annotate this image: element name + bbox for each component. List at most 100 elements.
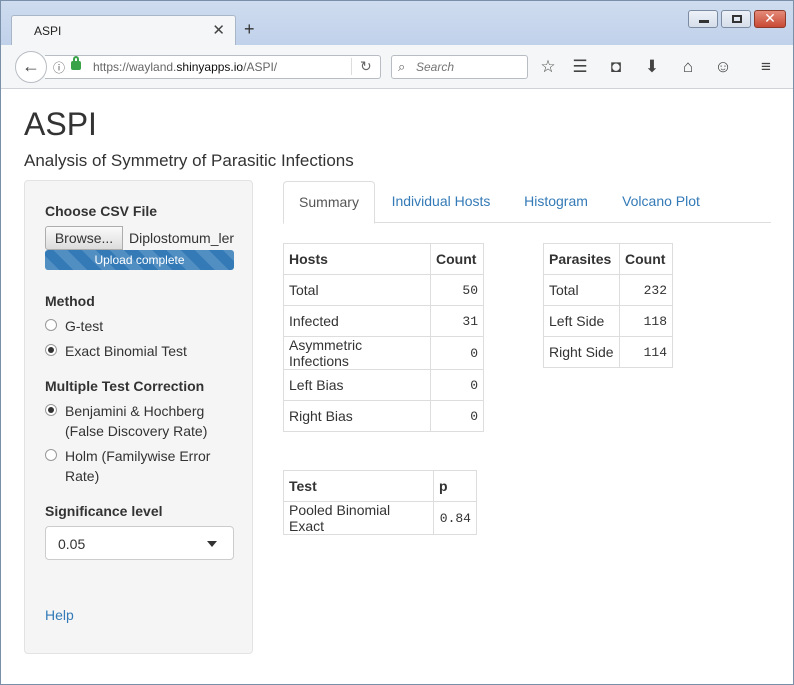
tab-histogram[interactable]: Histogram: [509, 181, 603, 223]
lock-icon[interactable]: [71, 56, 81, 70]
radio-label: Holm (Familywise Error Rate): [65, 446, 210, 486]
navigation-toolbar: ⓘ https://wayland.shinyapps.io/ASPI/ ↻ ←…: [1, 45, 793, 89]
upload-progress-bar: Upload complete: [45, 250, 234, 270]
bookmark-star-icon[interactable]: ☆: [538, 57, 558, 77]
table-header: Count: [430, 243, 484, 275]
table-header: Hosts: [283, 243, 431, 275]
search-icon: ⌕: [398, 59, 406, 74]
title-bar: ASPI ✕ + ✕: [1, 1, 793, 45]
download-icon[interactable]: ⬇: [642, 57, 662, 77]
radio-label-line: Benjamini & Hochberg: [65, 403, 205, 419]
home-icon[interactable]: ⌂: [678, 57, 698, 77]
significance-label: Significance level: [45, 503, 163, 519]
radio-label-line: Rate): [65, 468, 100, 484]
file-name-field[interactable]: Diplostomum_ler: [129, 230, 237, 246]
tab-title: ASPI: [34, 24, 62, 38]
browse-button[interactable]: Browse...: [45, 226, 123, 250]
close-tab-icon[interactable]: ✕: [212, 21, 225, 39]
table-row: Right Side 114: [543, 336, 673, 368]
close-icon: ✕: [764, 10, 776, 26]
new-tab-icon[interactable]: +: [244, 19, 255, 40]
table-cell: 114: [619, 336, 673, 368]
table-header-row: Test p: [283, 470, 477, 502]
method-label: Method: [45, 293, 95, 309]
table-cell: Left Bias: [283, 369, 431, 401]
radio-button-checked-icon[interactable]: [45, 404, 57, 416]
correction-label: Multiple Test Correction: [45, 378, 205, 394]
table-cell: 0: [430, 400, 484, 432]
parasites-table: Parasites Count Total 232 Left Side 118 Ri…: [543, 243, 673, 368]
back-arrow-icon: ←: [22, 56, 40, 76]
sidebar-panel: Choose CSV File Browse... Diplostomum_le…: [24, 180, 253, 654]
tab-bar: Summary Individual Hosts Histogram Volca…: [283, 181, 771, 224]
table-cell: Asymmetric Infections: [283, 336, 431, 370]
minimize-icon: [699, 20, 709, 23]
table-row: Infected 31: [283, 305, 484, 337]
close-window-button[interactable]: ✕: [754, 10, 786, 28]
hosts-table: Hosts Count Total 50 Infected 31 Asymmetri…: [283, 243, 484, 432]
table-cell: Total: [543, 274, 620, 306]
help-link[interactable]: Help: [45, 607, 74, 623]
tab-summary[interactable]: Summary: [283, 181, 375, 224]
radio-label: G-test: [65, 318, 104, 334]
table-cell: Total: [283, 274, 431, 306]
table-row: Asymmetric Infections 0: [283, 336, 484, 370]
reload-icon[interactable]: ↻: [351, 58, 372, 75]
browser-tab[interactable]: ASPI ✕: [11, 15, 236, 45]
menu-icon[interactable]: ≡: [756, 57, 776, 77]
url-host: shinyapps.io: [176, 60, 244, 74]
table-header: Test: [283, 470, 434, 502]
radio-button-checked-icon[interactable]: [45, 344, 57, 356]
radio-label: Exact Binomial Test: [65, 343, 187, 359]
page-subtitle: Analysis of Symmetry of Parasitic Infect…: [24, 151, 354, 170]
url-text[interactable]: https://wayland.shinyapps.io/ASPI/: [93, 60, 277, 74]
table-cell: Pooled Binomial Exact: [283, 501, 434, 535]
feedback-icon[interactable]: ☺: [713, 57, 733, 77]
table-cell: Left Side: [543, 305, 620, 337]
table-cell: Right Bias: [283, 400, 431, 432]
significance-select[interactable]: 0.05: [45, 526, 234, 560]
table-cell: 0: [430, 336, 484, 370]
table-cell: 31: [430, 305, 484, 337]
minimize-button[interactable]: [688, 10, 718, 28]
table-row: Right Bias 0: [283, 400, 484, 432]
tab-volcano-plot[interactable]: Volcano Plot: [609, 181, 713, 223]
table-cell: 118: [619, 305, 673, 337]
table-cell: 232: [619, 274, 673, 306]
table-row: Left Side 118: [543, 305, 673, 337]
test-table: Test p Pooled Binomial Exact 0.84: [283, 470, 477, 535]
table-cell: 50: [430, 274, 484, 306]
table-row: Left Bias 0: [283, 369, 484, 401]
browser-window: ASPI ✕ + ✕ ⓘ https://wayland.shinyapps.i…: [0, 0, 794, 685]
table-cell: Infected: [283, 305, 431, 337]
radio-label-line: Holm (Familywise Error: [65, 448, 211, 464]
file-input-label: Choose CSV File: [45, 203, 158, 219]
radio-button-icon[interactable]: [45, 319, 57, 331]
back-button[interactable]: ←: [15, 51, 47, 83]
select-value: 0.05: [58, 536, 86, 552]
reader-list-icon[interactable]: ☰: [570, 57, 590, 77]
table-cell: 0.84: [433, 501, 477, 535]
table-header: Parasites: [543, 243, 620, 275]
radio-button-icon[interactable]: [45, 449, 57, 461]
tab-individual-hosts[interactable]: Individual Hosts: [379, 181, 503, 223]
url-bar[interactable]: ⓘ https://wayland.shinyapps.io/ASPI/ ↻: [45, 55, 381, 79]
radio-label-line: (False Discovery Rate): [65, 423, 208, 439]
caret-down-icon: [207, 541, 217, 547]
radio-label: Benjamini & Hochberg (False Discovery Rat…: [65, 401, 207, 441]
search-bar[interactable]: ⌕: [391, 55, 528, 79]
maximize-button[interactable]: [721, 10, 751, 28]
table-cell: Right Side: [543, 336, 620, 368]
search-input[interactable]: [416, 60, 524, 74]
page-title: ASPI: [24, 106, 97, 142]
table-row: Total 232: [543, 274, 673, 306]
url-prefix: https://wayland.: [93, 60, 177, 74]
table-row: Pooled Binomial Exact 0.84: [283, 501, 477, 535]
table-header: Count: [619, 243, 673, 275]
table-header-row: Hosts Count: [283, 243, 484, 275]
table-header-row: Parasites Count: [543, 243, 673, 275]
pocket-icon[interactable]: ◘: [606, 57, 626, 77]
page-content: ASPI Analysis of Symmetry of Parasitic I…: [2, 90, 787, 680]
table-header: p: [433, 470, 477, 502]
info-icon[interactable]: ⓘ: [53, 59, 65, 76]
